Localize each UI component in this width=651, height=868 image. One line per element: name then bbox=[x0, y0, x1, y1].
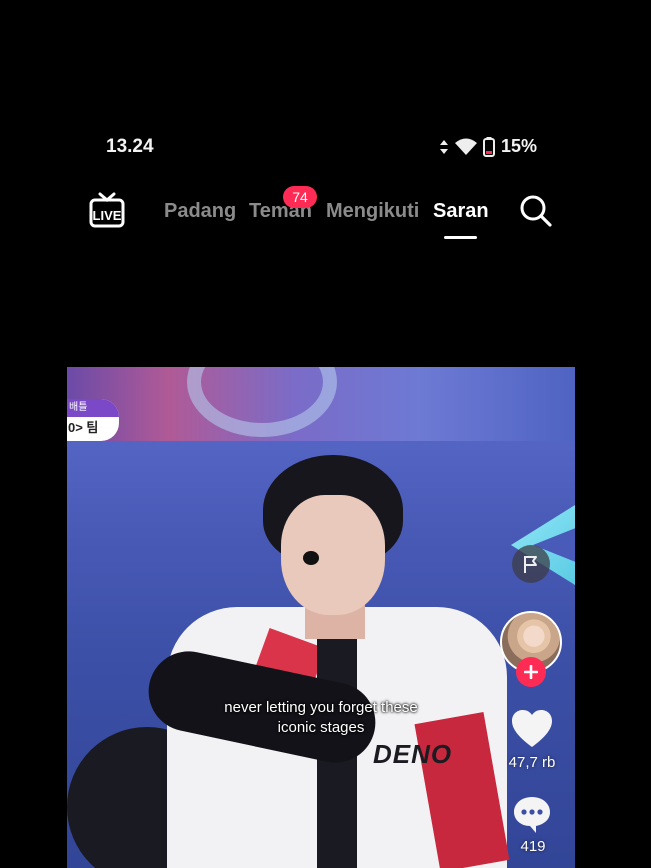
search-icon[interactable] bbox=[517, 192, 555, 230]
video-caption: never letting you forget these iconic st… bbox=[67, 698, 575, 738]
live-icon[interactable]: LIVE bbox=[88, 192, 126, 228]
jacket-lettering: DENO bbox=[373, 739, 453, 769]
broadcast-tag-top: 배틀 bbox=[67, 399, 119, 417]
comment-icon[interactable] bbox=[512, 795, 552, 835]
headset-mic bbox=[303, 551, 319, 565]
caption-line-1: never letting you forget these bbox=[224, 699, 418, 716]
tab-saran[interactable]: Saran bbox=[433, 200, 489, 223]
wifi-icon bbox=[454, 138, 477, 155]
heart-icon[interactable] bbox=[511, 709, 553, 749]
top-nav: LIVE Padang Teman 74 Mengikuti Saran bbox=[0, 186, 651, 246]
performer-face bbox=[281, 495, 385, 615]
broadcast-tag: 배틀 0> 팀 bbox=[67, 399, 119, 441]
video-player[interactable]: 배틀 0> 팀 DENO never letting you forget th… bbox=[67, 367, 575, 868]
like-count: 47,7 rb bbox=[508, 754, 556, 771]
status-bar: 13.24 15% bbox=[0, 128, 651, 164]
tab-padang[interactable]: Padang bbox=[164, 200, 236, 223]
battery-icon bbox=[482, 136, 495, 157]
svg-text:LIVE: LIVE bbox=[93, 208, 122, 223]
broadcast-tag-bottom: 0> 팀 bbox=[68, 420, 99, 435]
plus-icon bbox=[524, 665, 538, 679]
data-arrows-icon bbox=[439, 139, 448, 154]
flag-icon bbox=[524, 556, 537, 573]
status-time: 13.24 bbox=[106, 136, 154, 157]
battery-percent: 15% bbox=[500, 136, 537, 156]
comment-count: 419 bbox=[520, 838, 546, 855]
follow-button[interactable] bbox=[516, 657, 546, 687]
active-tab-indicator bbox=[444, 236, 477, 239]
status-icons: 15% bbox=[439, 136, 537, 157]
report-button[interactable] bbox=[512, 545, 550, 583]
friends-notification-badge: 74 bbox=[283, 186, 317, 208]
tab-mengikuti[interactable]: Mengikuti bbox=[326, 200, 419, 223]
caption-line-2: iconic stages bbox=[277, 719, 365, 736]
